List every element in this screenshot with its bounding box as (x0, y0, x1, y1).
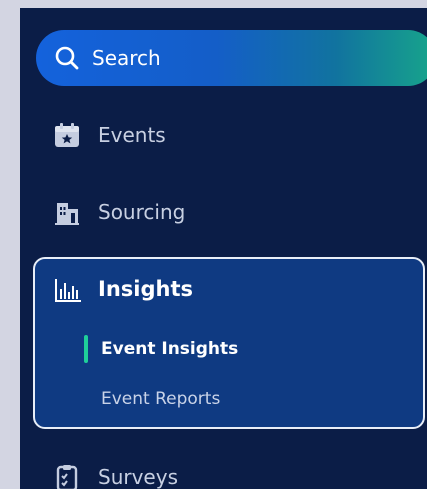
search-label: Search (92, 46, 161, 70)
sidebar-item-events[interactable]: Events (20, 112, 427, 156)
sidebar-item-label: Insights (98, 277, 193, 301)
sidebar: Search Events Sourcing Insights Event In… (20, 8, 427, 489)
search-button[interactable]: Search (36, 30, 427, 86)
sidebar-item-label: Sourcing (98, 200, 186, 224)
sidebar-item-label: Events (98, 123, 166, 147)
bar-chart-icon (55, 279, 81, 302)
building-icon (55, 203, 79, 225)
subnav-item-label: Event Reports (101, 389, 221, 409)
sidebar-item-label: Surveys (98, 465, 178, 489)
sidebar-item-insights[interactable]: Insights (35, 271, 423, 307)
sidebar-item-sourcing[interactable]: Sourcing (20, 189, 427, 233)
subnav-item-event-insights[interactable]: Event Insights (35, 331, 423, 365)
subnav-item-label: Event Insights (101, 339, 239, 359)
active-indicator (84, 335, 88, 363)
insights-section: Insights Event Insights Event Reports (33, 257, 425, 429)
sidebar-item-surveys[interactable]: Surveys (20, 454, 427, 489)
calendar-icon (55, 123, 79, 147)
subnav-item-event-reports[interactable]: Event Reports (35, 381, 423, 415)
search-icon (55, 46, 79, 70)
clipboard-icon (56, 465, 78, 489)
